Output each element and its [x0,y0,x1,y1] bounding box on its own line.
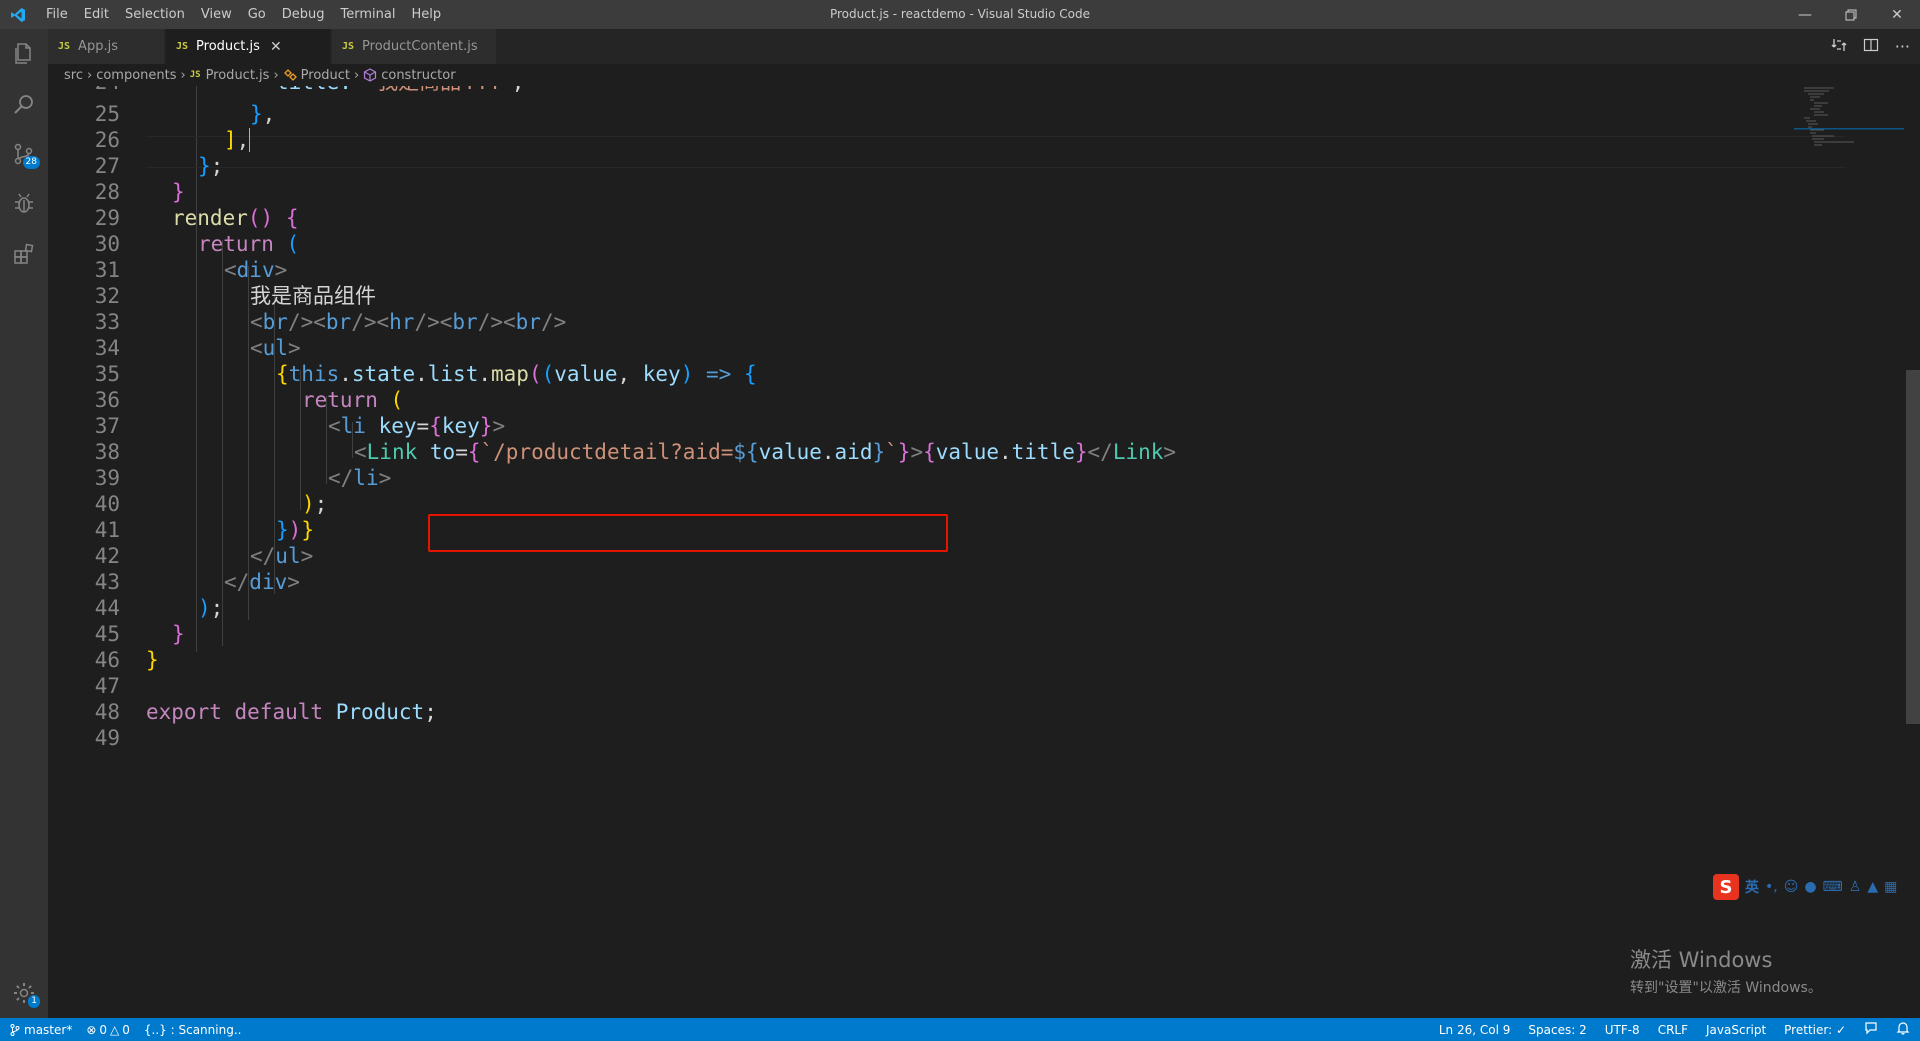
ime-toolbar: S 英 •, ☺ ● ⌨ ♙ ▲ ▦ [1713,874,1897,900]
grid-icon[interactable]: ▦ [1884,879,1897,895]
tab-label: ProductContent.js [362,39,478,54]
breadcrumb-class[interactable]: Product [301,68,350,83]
explorer-icon[interactable] [0,29,48,79]
watermark-subtitle: 转到"设置"以激活 Windows。 [1630,980,1822,996]
git-branch[interactable]: master* [10,1023,72,1037]
extensions-icon[interactable] [0,229,48,279]
breadcrumb-components[interactable]: components [96,68,176,83]
chevron-right-icon: › [354,67,360,83]
split-editor-icon[interactable] [1863,37,1879,57]
chevron-right-icon: › [86,67,93,83]
method-icon [363,68,377,82]
tab-product-js[interactable]: JS Product.js ✕ [166,29,331,64]
tab-app-js[interactable]: JS App.js [48,29,165,64]
scm-badge: 28 [22,156,40,169]
chevron-right-icon: › [180,67,186,83]
editor-actions: ··· [1831,29,1910,64]
window-controls: — ✕ [1782,0,1920,29]
menu-view[interactable]: View [193,7,240,22]
indentation[interactable]: Spaces: 2 [1528,1023,1586,1037]
encoding[interactable]: UTF-8 [1605,1023,1640,1037]
git-branch-icon [10,1023,20,1036]
activity-bar: 28 1 [0,29,48,1018]
error-icon: ⊗ [86,1022,97,1037]
editor-tabs: JS App.js JS Product.js ✕ JS ProductCont… [48,29,1920,64]
microphone-icon[interactable]: ● [1804,879,1816,895]
js-file-icon: JS [58,41,71,52]
scanning-status[interactable]: {..} : Scanning.. [144,1023,242,1037]
notifications-bell-icon[interactable] [1896,1021,1910,1038]
open-changes-icon[interactable] [1831,37,1847,57]
annotation-highlight-box [428,514,948,552]
breadcrumb: src › components › JS Product.js › Produ… [48,64,1920,86]
error-count: 0 [99,1022,108,1037]
problems-indicator[interactable]: ⊗ 0 △ 0 [86,1023,130,1037]
menu-terminal[interactable]: Terminal [333,7,404,22]
cursor-position[interactable]: Ln 26, Col 9 [1439,1023,1511,1037]
feedback-icon[interactable] [1864,1021,1878,1038]
breadcrumb-file[interactable]: Product.js [206,68,270,83]
windows-activation-watermark: 激活 Windows 转到"设置"以激活 Windows。 [1630,944,1822,997]
title-bar: File Edit Selection View Go Debug Termin… [0,0,1920,29]
code-line: 49 [94,726,120,750]
source-control-icon[interactable]: 28 [0,129,48,179]
class-icon [283,68,297,82]
warning-count: 0 [122,1022,130,1037]
tab-productcontent-js[interactable]: JS ProductContent.js [332,29,497,64]
warning-icon: △ [110,1022,120,1037]
menu-go[interactable]: Go [240,7,274,22]
editor-scrollbar[interactable] [1906,86,1920,1018]
emoji-icon[interactable]: ☺ [1784,879,1799,895]
prettier-status[interactable]: Prettier: ✓ [1784,1023,1846,1037]
punctuation-icon[interactable]: •, [1765,879,1778,895]
menu-bar: File Edit Selection View Go Debug Termin… [38,7,449,22]
line-ending[interactable]: CRLF [1658,1023,1688,1037]
watermark-title: 激活 Windows [1630,948,1773,972]
tab-label: Product.js [196,39,260,54]
menu-edit[interactable]: Edit [76,7,117,22]
scrollbar-thumb[interactable] [1906,370,1920,724]
search-icon[interactable] [0,79,48,129]
vscode-logo-icon [8,5,28,25]
close-tab-icon[interactable]: ✕ [270,39,282,55]
menu-file[interactable]: File [38,7,76,22]
breadcrumb-member[interactable]: constructor [381,68,455,83]
menu-debug[interactable]: Debug [274,7,333,22]
keyboard-icon[interactable]: ⌨ [1823,879,1843,895]
debug-icon[interactable] [0,179,48,229]
chevron-right-icon: › [273,67,279,83]
js-file-icon: JS [342,41,355,52]
user-icon[interactable]: ♙ [1849,879,1862,895]
minimize-button[interactable]: — [1782,0,1828,29]
skin-icon[interactable]: ▲ [1867,879,1878,895]
minimap[interactable] [1794,86,1904,206]
menu-help[interactable]: Help [403,7,449,22]
close-window-button[interactable]: ✕ [1874,0,1920,29]
settings-gear-icon[interactable]: 1 [0,968,48,1018]
restore-button[interactable] [1828,0,1874,29]
ime-logo[interactable]: S [1713,874,1739,900]
code-editor[interactable]: 24title: '我是商品444', 25}, 26], 27}; 28} 2… [48,86,1888,1018]
settings-badge: 1 [28,995,40,1008]
language-mode[interactable]: JavaScript [1706,1023,1766,1037]
ime-language[interactable]: 英 [1745,877,1759,897]
branch-name: master* [24,1022,73,1037]
status-bar: master* ⊗ 0 △ 0 {..} : Scanning.. Ln 26,… [0,1018,1920,1041]
js-file-icon: JS [176,41,189,52]
more-actions-icon[interactable]: ··· [1895,37,1910,56]
tab-label: App.js [78,39,118,54]
js-file-icon: JS [189,70,201,80]
menu-selection[interactable]: Selection [117,7,193,22]
breadcrumb-src[interactable]: src [64,68,83,83]
code-line: 24title: '我是商品444', [48,86,1848,98]
